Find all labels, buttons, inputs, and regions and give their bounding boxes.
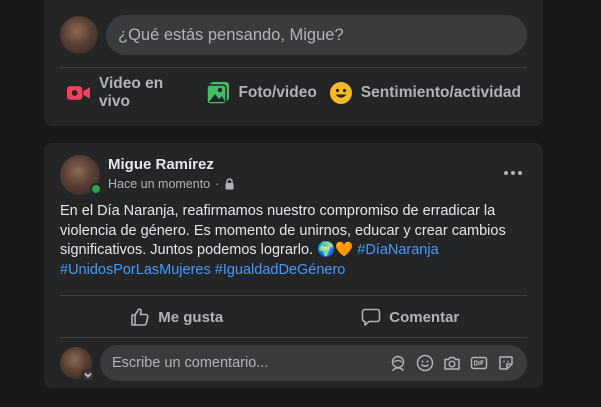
hashtag-link[interactable]: #DíaNaranja bbox=[357, 242, 438, 258]
comment-button[interactable]: Comentar bbox=[294, 300, 528, 334]
avatar-sticker-icon[interactable] bbox=[384, 350, 411, 377]
post-actions: Me gusta Comentar bbox=[60, 300, 527, 334]
live-video-icon bbox=[66, 86, 90, 100]
post-meta: Hace un momento · bbox=[108, 177, 235, 191]
camera-icon[interactable] bbox=[438, 350, 465, 377]
divider bbox=[60, 295, 527, 296]
comment-row: Escribe un comentario... bbox=[60, 345, 527, 381]
comment-placeholder: Escribe un comentario... bbox=[112, 355, 269, 371]
like-button[interactable]: Me gusta bbox=[60, 300, 294, 334]
more-options-button[interactable] bbox=[499, 161, 527, 185]
live-video-button[interactable]: Video en vivo bbox=[60, 71, 200, 115]
emoji-icon[interactable] bbox=[411, 350, 438, 377]
comment-icon bbox=[361, 308, 381, 326]
comment-input[interactable]: Escribe un comentario... bbox=[100, 345, 527, 381]
online-status-dot bbox=[90, 183, 102, 195]
like-label: Me gusta bbox=[158, 308, 224, 326]
composer-placeholder: ¿Qué estás pensando, Migue? bbox=[118, 25, 344, 44]
comment-label: Comentar bbox=[389, 308, 460, 326]
divider bbox=[60, 67, 527, 68]
post-timestamp[interactable]: Hace un momento bbox=[108, 177, 210, 191]
more-icon bbox=[504, 171, 522, 175]
divider bbox=[60, 337, 527, 338]
feeling-activity-button[interactable]: Sentimiento/actividad bbox=[323, 77, 527, 109]
photo-video-button[interactable]: Foto/video bbox=[200, 77, 322, 109]
gif-icon[interactable] bbox=[465, 350, 492, 377]
photo-video-label: Foto/video bbox=[238, 84, 317, 101]
author-avatar[interactable] bbox=[60, 155, 102, 195]
hashtag-link[interactable]: #IgualdadDeGénero bbox=[215, 262, 346, 278]
composer-input[interactable]: ¿Qué estás pensando, Migue? bbox=[106, 15, 527, 55]
thumbs-up-icon bbox=[131, 308, 149, 326]
meta-separator: · bbox=[215, 177, 220, 191]
comment-tools bbox=[384, 350, 519, 377]
feeling-activity-icon bbox=[329, 82, 352, 104]
photo-video-icon bbox=[206, 82, 230, 105]
feeling-activity-label: Sentimiento/actividad bbox=[360, 84, 521, 101]
hashtag-link[interactable]: #UnidosPorLasMujeres bbox=[60, 262, 211, 278]
post-card: Migue Ramírez Hace un momento · En el Dí… bbox=[44, 143, 543, 388]
post-text: En el Día Naranja, reafirmamos nuestro c… bbox=[60, 202, 527, 280]
composer-top: ¿Qué estás pensando, Migue? bbox=[60, 14, 527, 56]
composer-actions: Video en vivo Foto/video Sentimiento/act… bbox=[60, 75, 527, 110]
avatar[interactable] bbox=[60, 16, 98, 54]
live-video-label: Video en vivo bbox=[98, 75, 164, 110]
lock-icon[interactable] bbox=[224, 178, 235, 190]
author-name[interactable]: Migue Ramírez bbox=[108, 156, 214, 173]
commenter-avatar[interactable] bbox=[60, 347, 94, 381]
sticker-icon[interactable] bbox=[492, 350, 519, 377]
chevron-down-icon[interactable] bbox=[82, 369, 94, 381]
post-header: Migue Ramírez Hace un momento · bbox=[60, 155, 527, 195]
post-composer: ¿Qué estás pensando, Migue? Video en viv… bbox=[44, 0, 543, 126]
